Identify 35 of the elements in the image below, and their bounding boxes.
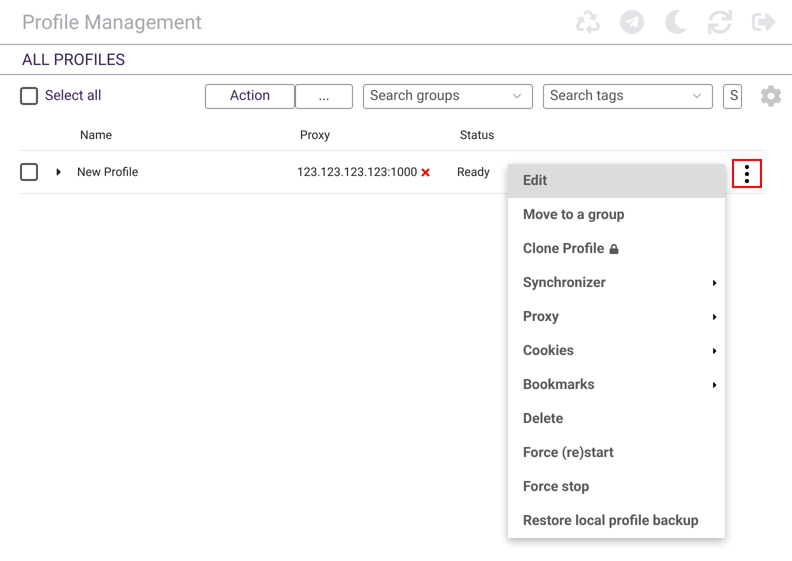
column-header: Proxy [300,127,331,144]
paper-plane-icon[interactable] [620,10,644,34]
menu-item[interactable]: Edit [508,164,725,198]
menu-item[interactable]: Move to a group [508,198,725,232]
column-header: Status [460,127,494,144]
column-header: Name [80,127,113,144]
action-button[interactable]: Action [205,84,295,108]
dropdown-field[interactable]: Search tags [543,84,713,108]
search-field[interactable]: S [723,84,742,108]
recycle-icon[interactable] [576,10,600,34]
refresh-icon[interactable] [708,10,732,34]
proxy-address: 123.123.123.123:1000 [297,164,418,181]
menu-item[interactable]: Synchronizer [508,266,725,300]
table-cell-text: Ready [457,164,490,181]
settings-icon[interactable] [760,85,782,107]
menu-item[interactable]: Cookies [508,334,725,368]
menu-item[interactable]: Force (re)start [508,436,725,470]
menu-item[interactable]: Bookmarks [508,368,725,402]
checkbox[interactable] [20,87,38,105]
logout-icon[interactable] [752,10,776,34]
lock-icon [609,244,620,254]
table-cell-text: New Profile [77,164,140,181]
kebab-menu-button[interactable] [732,159,762,188]
menu-item[interactable]: Restore local profile backup [508,504,725,538]
menu-item[interactable]: Delete [508,402,725,436]
menu-item[interactable]: Clone Profile [508,232,725,266]
section-title: ALL PROFILES [22,48,126,70]
moon-icon[interactable] [664,10,688,34]
checkbox[interactable] [20,163,38,181]
select-all-label[interactable]: Select all [45,86,205,106]
more-button[interactable]: ... [295,84,353,108]
menu-item[interactable]: Force stop [508,470,725,504]
page-title: Profile Management [22,9,202,36]
menu-item[interactable]: Proxy [508,300,725,334]
dropdown-field[interactable]: Search groups [363,84,533,108]
